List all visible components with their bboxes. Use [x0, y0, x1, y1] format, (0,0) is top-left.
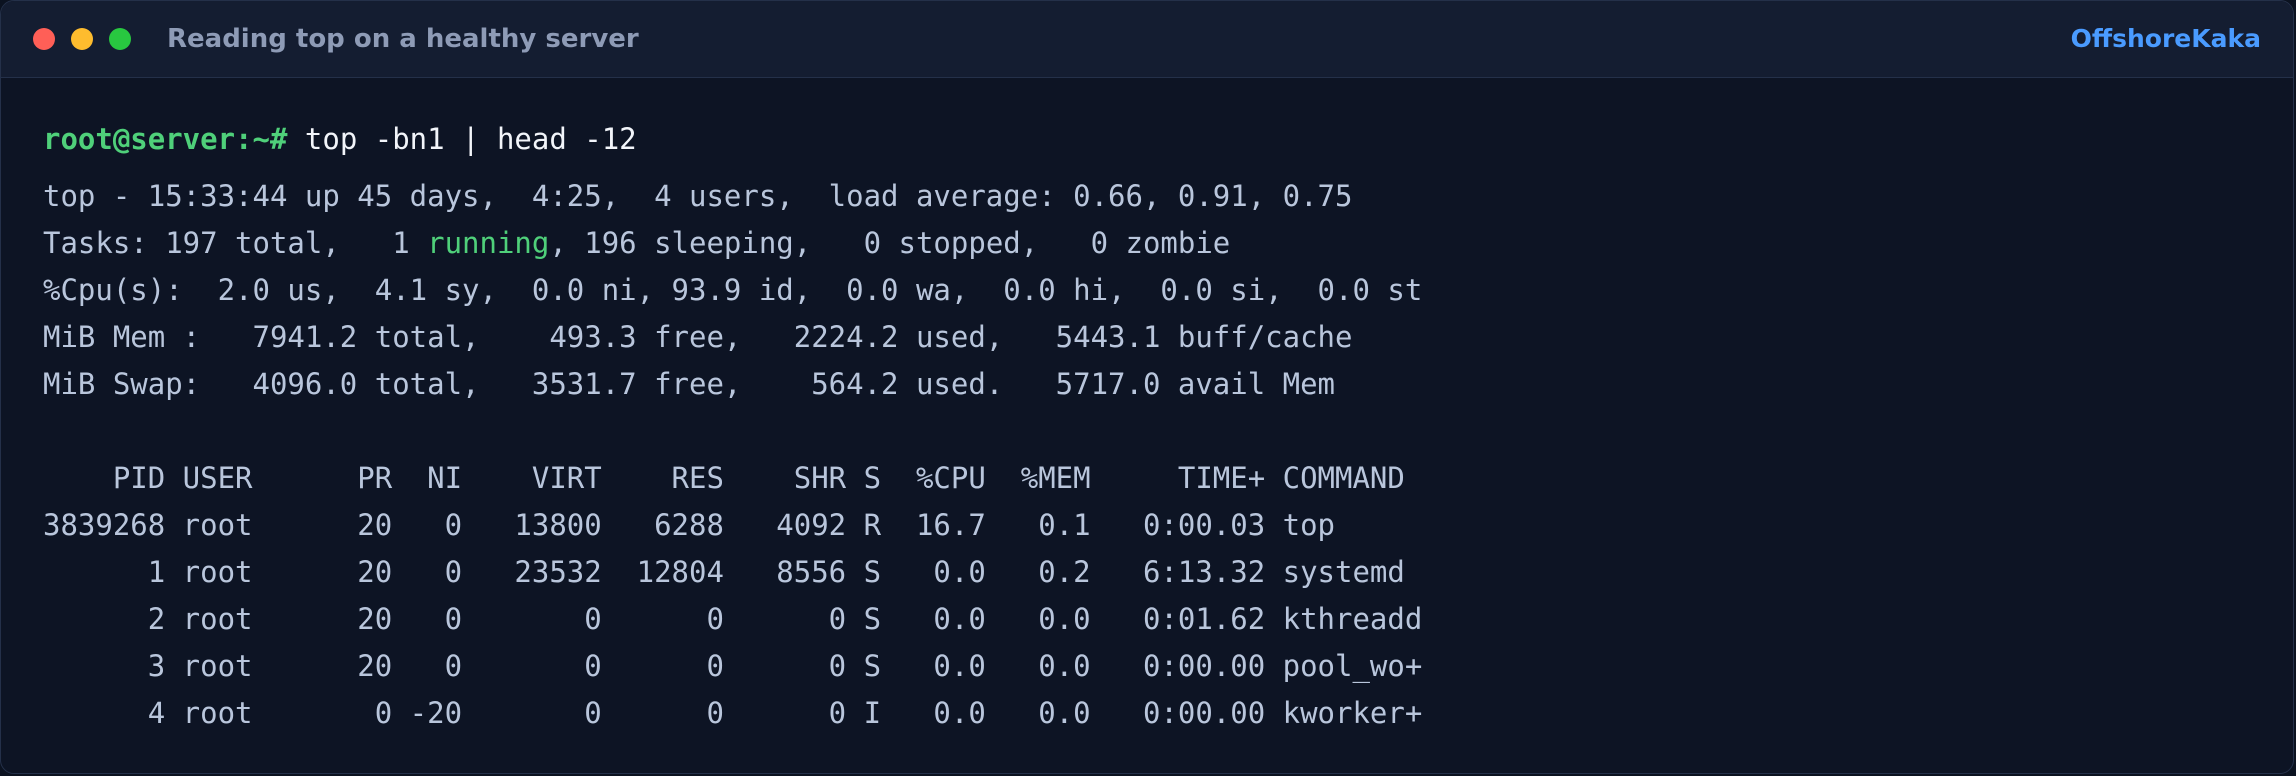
process-table-header: PID USER PR NI VIRT RES SHR S %CPU %MEM … — [43, 461, 1405, 495]
shell-prompt: root@server:~# — [43, 122, 288, 156]
process-row: 3839268 root 20 0 13800 6288 4092 R 16.7… — [43, 508, 1336, 542]
swap-line: MiB Swap: 4096.0 total, 3531.7 free, 564… — [43, 367, 1336, 401]
window-title: Reading top on a healthy server — [167, 24, 639, 54]
process-row: 3 root 20 0 0 0 0 S 0.0 0.0 0:00.00 pool… — [43, 649, 1423, 683]
tasks-suffix: , 196 sleeping, 0 stopped, 0 zombie — [549, 226, 1231, 260]
mem-line: MiB Mem : 7941.2 total, 493.3 free, 2224… — [43, 320, 1353, 354]
process-row: 2 root 20 0 0 0 0 S 0.0 0.0 0:01.62 kthr… — [43, 602, 1423, 636]
brand-label: OffshoreKaka — [2070, 24, 2261, 53]
process-row: 4 root 0 -20 0 0 0 I 0.0 0.0 0:00.00 kwo… — [43, 696, 1423, 730]
title-bar: Reading top on a healthy server Offshore… — [1, 1, 2293, 78]
tasks-line: Tasks: 197 total, 1 running, 196 sleepin… — [43, 223, 1230, 263]
command-text: top -bn1 | head -12 — [287, 122, 637, 156]
process-row: 1 root 20 0 23532 12804 8556 S 0.0 0.2 6… — [43, 555, 1405, 589]
minimize-window-button[interactable] — [71, 28, 93, 50]
uptime-line: top - 15:33:44 up 45 days, 4:25, 4 users… — [43, 179, 1353, 213]
cpu-line: %Cpu(s): 2.0 us, 4.1 sy, 0.0 ni, 93.9 id… — [43, 273, 1423, 307]
tasks-running-label: running — [427, 226, 550, 260]
close-window-button[interactable] — [33, 28, 55, 50]
maximize-window-button[interactable] — [109, 28, 131, 50]
terminal-output[interactable]: root@server:~# top -bn1 | head -12 top -… — [43, 119, 1422, 730]
terminal-window: Reading top on a healthy server Offshore… — [0, 0, 2294, 774]
command-line: root@server:~# top -bn1 | head -12 — [43, 119, 637, 159]
tasks-prefix: Tasks: 197 total, 1 — [43, 226, 428, 260]
